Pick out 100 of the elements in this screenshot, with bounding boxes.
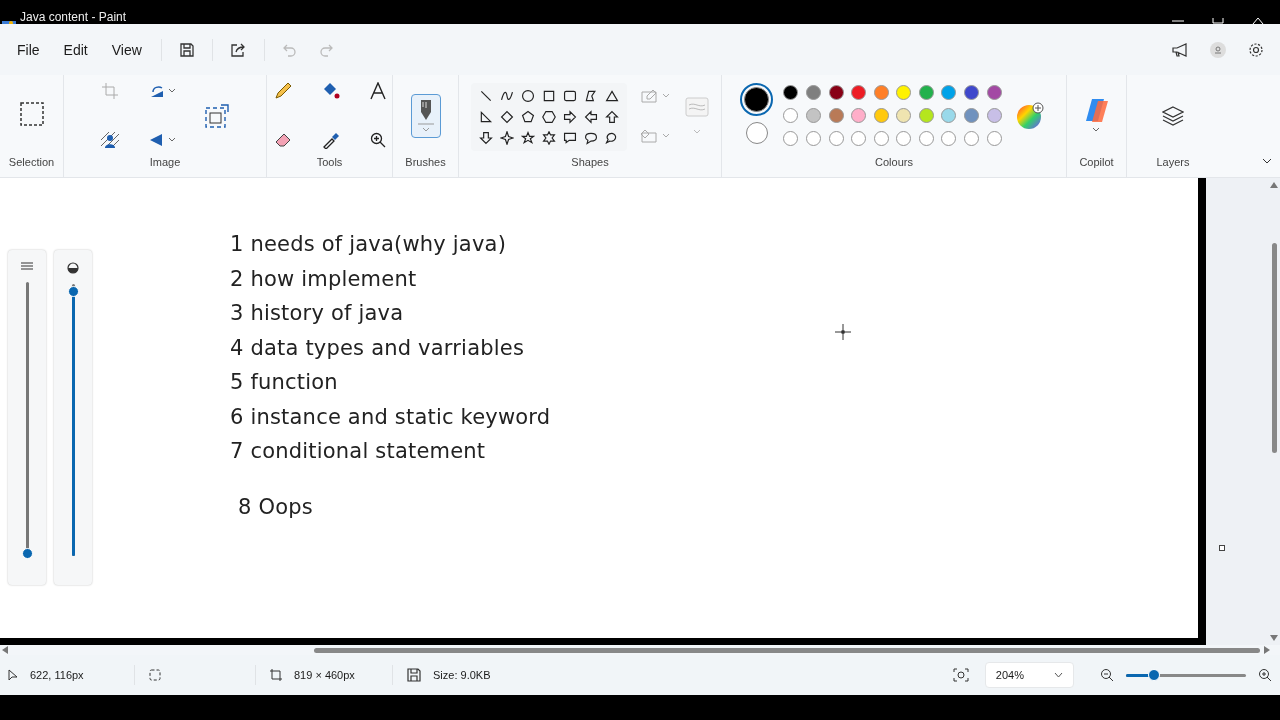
colour-swatch[interactable]: [986, 85, 1002, 101]
canvas-text: 2 how implement: [230, 265, 418, 293]
group-label: Shapes: [571, 156, 609, 170]
group-label: Selection: [8, 156, 55, 170]
horizontal-scrollbar-thumb[interactable]: [314, 647, 1260, 653]
zoom-slider-thumb[interactable]: [1147, 668, 1160, 681]
shape-icon[interactable]: [521, 89, 535, 103]
pencil-icon[interactable]: [273, 81, 292, 100]
colour-swatch[interactable]: [941, 85, 957, 101]
scroll-left-icon[interactable]: [2, 646, 8, 654]
magnifier-icon[interactable]: [369, 132, 386, 149]
shape-icon[interactable]: [563, 110, 577, 124]
window-title: Java content - Paint: [20, 10, 127, 24]
rotate-icon[interactable]: [149, 83, 175, 98]
zoom-out-icon[interactable]: [1100, 668, 1114, 682]
shape-icon[interactable]: [521, 110, 535, 124]
shape-icon[interactable]: [500, 89, 514, 103]
zoom-in-icon[interactable]: [1258, 668, 1272, 682]
menu-item[interactable]: Edit: [54, 35, 97, 64]
canvas-size-icon: [270, 669, 282, 681]
menu-item[interactable]: View: [102, 35, 151, 64]
shape-icon[interactable]: [584, 110, 598, 124]
settings-icon[interactable]: [1248, 41, 1264, 58]
canvas-size: 819 × 460px: [294, 669, 355, 681]
caret-icon: [1054, 672, 1063, 678]
shape-icon[interactable]: [605, 89, 619, 103]
colour-swatch[interactable]: [828, 108, 844, 123]
colour-picker-icon[interactable]: [321, 131, 340, 150]
shape-icon[interactable]: [584, 131, 598, 145]
opacity-slider-thumb[interactable]: [67, 286, 79, 298]
shape-icon[interactable]: [563, 131, 577, 145]
file-size: Size: 9.0KB: [433, 669, 491, 681]
colour-swatch[interactable]: [964, 108, 980, 123]
brush-size-slider-thumb[interactable]: [21, 548, 33, 559]
shape-icon[interactable]: [605, 131, 619, 145]
minimize-icon[interactable]: [1172, 18, 1184, 24]
shape-icon[interactable]: [500, 110, 514, 124]
scroll-right-icon[interactable]: [1264, 646, 1270, 654]
colour-swatch[interactable]: [918, 108, 934, 123]
cursor-position: 622, 116px: [30, 669, 84, 681]
eraser-icon[interactable]: [273, 132, 292, 149]
colour-swatch[interactable]: [851, 85, 867, 101]
shape-icon[interactable]: [500, 131, 514, 145]
shape-icon[interactable]: [479, 131, 493, 145]
group-label: Copilot: [1079, 156, 1114, 170]
colour-swatch[interactable]: [805, 85, 821, 101]
colour-swatch[interactable]: [783, 85, 799, 101]
fit-to-window-icon[interactable]: [952, 668, 969, 682]
zoom-dropdown[interactable]: 204%: [984, 662, 1074, 688]
scroll-up-icon[interactable]: [1270, 182, 1278, 188]
shape-icon[interactable]: [542, 131, 556, 145]
collapse-chevron-icon[interactable]: [1262, 158, 1272, 164]
colour-wheel-icon[interactable]: [1015, 101, 1044, 130]
colour-swatch[interactable]: [918, 85, 934, 101]
canvas-text: 5 function: [230, 369, 339, 396]
copilot-icon[interactable]: [1083, 97, 1110, 134]
colour-swatch[interactable]: [851, 108, 867, 123]
scroll-down-icon[interactable]: [1270, 635, 1278, 641]
brush-icon: [417, 97, 434, 134]
close-icon[interactable]: [1252, 18, 1264, 24]
maximize-icon[interactable]: [1212, 18, 1224, 24]
shape-icon[interactable]: [479, 89, 493, 103]
shape-icon[interactable]: [542, 89, 556, 103]
shape-icon[interactable]: [479, 110, 493, 124]
group-label: Brushes: [405, 156, 446, 170]
colour-swatch[interactable]: [805, 108, 821, 123]
secondary-colour[interactable]: [745, 122, 768, 144]
colour-swatch[interactable]: [828, 85, 844, 101]
colour-swatch[interactable]: [986, 108, 1002, 123]
colour-swatch[interactable]: [896, 108, 912, 123]
shape-icon[interactable]: [542, 110, 556, 124]
megaphone-icon[interactable]: [1172, 42, 1188, 57]
vertical-scrollbar-thumb[interactable]: [1271, 243, 1277, 453]
group-label: Colours: [875, 156, 913, 170]
resize-handle[interactable]: [1219, 545, 1225, 551]
flip-icon[interactable]: [149, 133, 175, 148]
colour-swatch[interactable]: [896, 85, 912, 101]
colour-swatch[interactable]: [941, 108, 957, 123]
brush-size-icon: [21, 262, 33, 272]
shape-icon[interactable]: [605, 110, 619, 124]
shape-icon[interactable]: [584, 89, 598, 103]
canvas-text: 7 conditional statement: [230, 438, 487, 465]
background-removal-icon[interactable]: [101, 132, 119, 149]
shape-icon[interactable]: [521, 131, 535, 145]
menu-item[interactable]: File: [8, 35, 49, 64]
text-tool-icon[interactable]: [369, 81, 386, 100]
selection-size-icon: [149, 669, 161, 681]
account-icon[interactable]: [1210, 41, 1226, 58]
canvas-text: 6 instance and static keyword: [230, 403, 551, 431]
colour-swatch[interactable]: [964, 85, 980, 101]
colour-swatch[interactable]: [873, 85, 889, 101]
share-icon[interactable]: [230, 42, 246, 57]
resize-icon[interactable]: [205, 103, 229, 128]
colour-swatch[interactable]: [873, 108, 889, 123]
crosshair-cursor-icon: [835, 324, 851, 340]
colour-swatch[interactable]: [783, 108, 799, 123]
brush-button[interactable]: [410, 93, 441, 138]
save-icon[interactable]: [179, 42, 194, 57]
shape-icon[interactable]: [563, 89, 577, 103]
layers-icon[interactable]: [1162, 105, 1184, 126]
